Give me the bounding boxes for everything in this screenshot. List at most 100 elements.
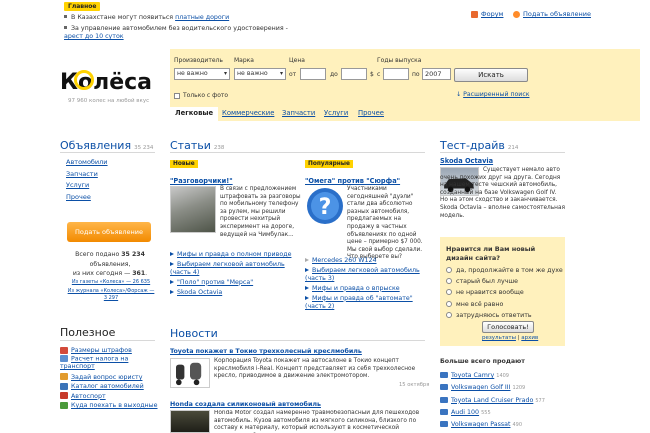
useful-item[interactable]: Размеры штрафов — [60, 346, 160, 355]
year-label: Годы выпуска — [377, 57, 422, 64]
useful-item[interactable]: Каталог автомобилей — [60, 382, 160, 391]
advanced-search-label[interactable]: Расширенный поиск — [463, 91, 529, 98]
poll-option[interactable]: да, продолжайте в том же духе — [446, 265, 563, 276]
useful-item[interactable]: Расчет налога на транспорт — [60, 355, 160, 371]
popular-sale-item[interactable]: Toyota Camry 1409 — [440, 370, 565, 382]
top-news-item: В Казахстане могут появиться платные дор… — [64, 14, 294, 22]
only-photo-checkbox[interactable]: Только с фото — [174, 92, 228, 99]
testdrive-count: 214 — [507, 145, 519, 151]
question-icon — [60, 373, 68, 381]
logo[interactable]: Колёса — [60, 63, 156, 95]
articles-title[interactable]: Статьи — [170, 139, 211, 152]
newspaper-ads-link[interactable]: Из газеты «Колеса» — 26 635 — [66, 279, 156, 285]
year-to-label: по — [412, 71, 420, 78]
tab-parts[interactable]: Запчасти — [282, 109, 315, 117]
logo-tagline: 97 960 колес на любой вкус — [68, 98, 150, 104]
tab-other[interactable]: Прочее — [358, 109, 384, 117]
add-ad-label[interactable]: Подать объявление — [523, 10, 591, 18]
poll-option[interactable]: затрудняюсь ответить — [446, 310, 563, 321]
poll-option[interactable]: старый был лучше — [446, 276, 563, 287]
popular-sale-item[interactable]: Volkswagen Golf III 1209 — [440, 382, 565, 394]
submit-ad-button[interactable]: Подать объявление — [67, 222, 151, 242]
tab-cars[interactable]: Легковые — [170, 107, 219, 121]
news-link[interactable]: платные дороги — [175, 14, 229, 21]
price-to-label: до — [330, 71, 338, 78]
testdrive-title[interactable]: Тест-драйв — [440, 139, 505, 152]
price-from-input[interactable] — [300, 68, 326, 80]
bullet-icon — [64, 15, 67, 18]
add-ad-link[interactable]: Подать объявление — [513, 10, 591, 18]
price-label: Цена — [289, 57, 305, 64]
forum-label[interactable]: Форум — [481, 10, 503, 18]
article-link[interactable]: Мифы и правда об "автомате" (часть 2) — [305, 295, 427, 311]
article-title[interactable]: "Разговорчики!" — [170, 177, 233, 185]
testdrive-header: Тест-драйв 214 — [440, 139, 565, 153]
poll-option[interactable]: не нравится вообще — [446, 287, 563, 298]
new-tag: Новые — [170, 160, 198, 168]
news-photo[interactable] — [170, 358, 210, 388]
make-select[interactable]: не важно — [174, 68, 230, 80]
price-to-input[interactable] — [341, 68, 367, 80]
poll-option[interactable]: мне всё равно — [446, 299, 563, 310]
magazine-ads-link[interactable]: Из журнала «Колеса»/Форсаж — 3 297 — [66, 288, 156, 302]
article-link[interactable]: Мифы и правда о впрыске — [305, 285, 427, 293]
popular-sale-item[interactable]: Toyota Land Cruiser Prado 577 — [440, 395, 565, 407]
ads-link-services[interactable]: Услуги — [66, 180, 108, 192]
poll-panel: Нравится ли Вам новый дизайн сайта? да, … — [440, 237, 565, 346]
article-link[interactable]: Mercedes 260 W124 — [305, 257, 427, 265]
category-tabs: Легковые Коммерческие Запчасти Услуги Пр… — [170, 107, 640, 121]
advanced-search-link[interactable]: ↓ Расширенный поиск — [456, 91, 529, 98]
article-link[interactable]: Мифы и правда о полном приводе — [170, 251, 300, 259]
ads-link-parts[interactable]: Запчасти — [66, 169, 108, 181]
car-icon — [440, 384, 448, 391]
article-link[interactable]: "Поло" против "Мерса" — [170, 279, 300, 287]
ads-title[interactable]: Объявления — [60, 139, 131, 152]
useful-item[interactable]: Автоспорт — [60, 392, 160, 401]
car-icon — [440, 421, 448, 428]
year-from-input[interactable] — [383, 68, 409, 80]
popular-sales-title: Больше всего продают — [440, 358, 525, 365]
popular-tag: Популярные — [305, 160, 353, 168]
useful-item[interactable]: Задай вопрос юристу — [60, 373, 160, 382]
useful-item[interactable]: Куда поехать в выходные — [60, 401, 160, 410]
svg-text:?: ? — [319, 195, 332, 220]
ads-links: Автомобили Запчасти Услуги Прочее — [66, 157, 108, 204]
article-link[interactable]: Skoda Octavia — [170, 289, 300, 297]
article-link[interactable]: Выбираем легковой автомобиль (часть 4) — [170, 261, 300, 277]
car-icon — [440, 372, 448, 378]
article-photo[interactable] — [170, 186, 216, 233]
testdrive-car-link[interactable]: Skoda Octavia — [440, 157, 493, 165]
logo-text: Колёса — [60, 70, 152, 95]
main-news-label: Главное — [64, 2, 101, 11]
news-item-title[interactable]: Toyota покажет в Токио трехколесный крес… — [170, 348, 362, 355]
radio-icon — [446, 267, 452, 273]
testdrive-text: Существует немало авто очень похожих дру… — [440, 167, 566, 219]
year-to-input[interactable]: 2007 — [422, 68, 451, 80]
results-link[interactable]: результаты — [482, 335, 516, 341]
poll-question: Нравится ли Вам новый дизайн сайта? — [446, 245, 536, 262]
ads-link-other[interactable]: Прочее — [66, 192, 108, 204]
news-item-text: Корпорация Toyota покажет на автосалоне … — [214, 358, 416, 380]
bullet-icon — [64, 26, 67, 29]
search-button[interactable]: Искать — [454, 68, 528, 82]
tab-commercial[interactable]: Коммерческие — [222, 109, 274, 117]
popular-sale-item[interactable]: Audi 100 555 — [440, 407, 565, 419]
ads-link-cars[interactable]: Автомобили — [66, 157, 108, 169]
popular-sale-item[interactable]: Volkswagen Passat 490 — [440, 419, 565, 431]
model-select[interactable]: не важно — [234, 68, 286, 80]
vote-button[interactable]: Голосовать! — [482, 321, 534, 333]
question-icon[interactable]: ? — [305, 186, 345, 226]
news-link[interactable]: арест до 10 суток — [64, 33, 124, 40]
news-photo[interactable] — [170, 410, 210, 433]
forum-link[interactable]: Форум — [471, 10, 503, 18]
checkbox-icon[interactable] — [174, 92, 180, 99]
article-link[interactable]: Выбираем легковой автомобиль (часть 3) — [305, 267, 427, 283]
news-item-title[interactable]: Honda создала силиконовый автомобиль — [170, 401, 321, 408]
price-from-label: от — [289, 71, 297, 78]
tab-services[interactable]: Услуги — [324, 109, 348, 117]
news-title[interactable]: Новости — [170, 327, 425, 340]
car-icon — [440, 408, 448, 415]
archive-link[interactable]: архив — [521, 335, 538, 341]
article-title[interactable]: "Омега" против "Сюрфа" — [305, 177, 400, 185]
radio-icon — [446, 289, 452, 296]
